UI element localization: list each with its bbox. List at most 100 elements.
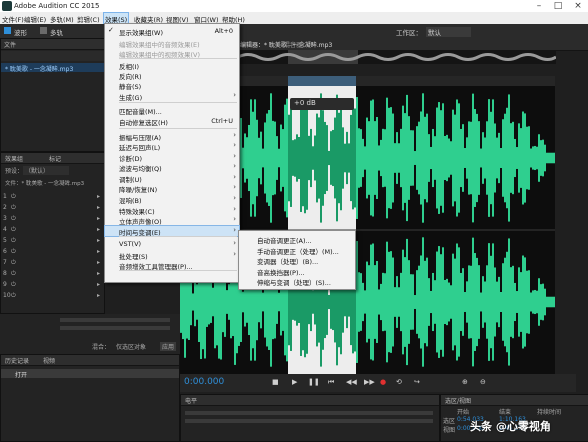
effects-menu-item[interactable]: VST(V) › <box>105 239 239 249</box>
slot-power-icon[interactable]: ⏻ <box>11 237 16 245</box>
effects-menu-item[interactable]: 时间与变调(E) › <box>104 225 240 237</box>
slot-arrow-icon[interactable]: ▸ <box>97 292 100 299</box>
play-button[interactable]: ▶ <box>292 378 297 386</box>
files-tab[interactable]: 文件 <box>4 40 16 49</box>
slot-arrow-icon[interactable]: ▸ <box>97 259 100 266</box>
time-pitch-submenu-item[interactable]: 手动音调更正（处理）(M)... <box>239 245 355 256</box>
waveform-column <box>252 111 254 205</box>
record-button[interactable]: ● <box>380 378 386 386</box>
stop-button[interactable]: ■ <box>272 378 279 386</box>
apply-button[interactable]: 应用 <box>160 342 177 351</box>
waveform-icon[interactable] <box>4 27 11 34</box>
slot-arrow-icon[interactable]: ▸ <box>97 248 100 255</box>
markers-tab[interactable]: 标记 <box>49 154 61 163</box>
rewind-start-button[interactable]: ⏮ <box>328 378 334 387</box>
waveform-column <box>418 121 420 195</box>
slot-arrow-icon[interactable]: ▸ <box>97 237 100 244</box>
effects-menu-item[interactable]: 音频增效工具管理器(P)... <box>105 260 239 271</box>
slot-power-icon[interactable]: ⏻ <box>11 215 16 223</box>
time-pitch-submenu-item[interactable]: 伸缩与变调（处理）(S)... <box>239 276 355 287</box>
effects-menu-item[interactable]: 滤波与均衡(Q) › <box>105 162 239 173</box>
effects-menu-item[interactable]: 诊断(D) › <box>105 152 239 163</box>
preset-select[interactable]: （默认） <box>23 166 70 175</box>
slot-power-icon[interactable]: ⏻ <box>11 281 16 289</box>
slot-arrow-icon[interactable]: ▸ <box>97 215 100 222</box>
effects-menu-item[interactable]: 批处理(S) › <box>105 250 239 261</box>
pause-button[interactable]: ❚❚ <box>308 378 320 386</box>
waveform-column <box>498 132 500 184</box>
menu-edit[interactable]: 编辑(E) <box>24 14 46 24</box>
waveform-column <box>430 290 432 314</box>
effects-menu-item[interactable]: 匹配音量(M)... <box>105 105 239 116</box>
submenu-arrow-icon: › <box>233 183 236 191</box>
menu-multitrack[interactable]: 多轨(M) <box>50 14 74 24</box>
time-pitch-submenu-item[interactable]: 音高换挡器(P)... <box>239 266 355 277</box>
loop-button[interactable]: ⟲ <box>396 378 402 386</box>
multitrack-icon[interactable] <box>40 27 47 34</box>
file-list-item[interactable]: * 耽美歌 - 一念凝眸.mp3 <box>5 64 73 73</box>
slot-arrow-icon[interactable]: ▸ <box>97 226 100 233</box>
time-pitch-submenu-item[interactable]: 变调器（处理）(B)... <box>239 255 355 266</box>
effects-menu-item[interactable]: 静音(S) <box>105 80 239 91</box>
waveform-column <box>434 136 436 180</box>
slot-power-icon[interactable]: ⏻ <box>11 270 16 278</box>
mix-select[interactable]: 仅选区对象 <box>116 342 146 351</box>
video-tab[interactable]: 视频 <box>43 356 55 365</box>
waveform-column <box>364 146 366 170</box>
waveform-column <box>542 139 544 177</box>
effects-menu-item[interactable]: 混响(B) › <box>105 194 239 205</box>
waveform-column <box>474 109 476 207</box>
close-icon[interactable]: × <box>571 1 585 11</box>
maximize-icon[interactable]: □ <box>551 1 565 11</box>
effects-menu-item[interactable]: 延迟与回声(L) › <box>105 141 239 152</box>
multitrack-view-button[interactable]: 多轨 <box>50 27 63 37</box>
skip-button[interactable]: ↪ <box>414 378 420 386</box>
time-pitch-submenu-item[interactable]: 自动音调更正(A)... <box>239 234 355 245</box>
fast-forward-button[interactable]: ▶▶ <box>364 378 375 386</box>
effects-menu-item[interactable]: 立体声声像(O) › <box>105 215 239 226</box>
slot-arrow-icon[interactable]: ▸ <box>97 281 100 288</box>
levels-tab[interactable]: 电平 <box>185 396 197 405</box>
effects-menu-item[interactable]: 调制(U) › <box>105 173 239 184</box>
menu-clip[interactable]: 剪辑(C) <box>77 14 100 24</box>
history-item[interactable]: 打开 <box>15 370 27 379</box>
zoom-out-icon[interactable]: ⊖ <box>480 378 486 386</box>
history-tab[interactable]: 历史记录 <box>5 356 29 365</box>
waveform-column <box>408 116 410 200</box>
submenu-arrow-icon: › <box>233 194 236 202</box>
mixer-tab[interactable]: 混音器 <box>284 40 302 49</box>
effects-menu-item[interactable]: 特殊效果(C) › <box>105 205 239 216</box>
minimize-icon[interactable]: – <box>532 1 546 11</box>
menu-file[interactable]: 文件(F) <box>2 14 24 24</box>
effects-menu-item[interactable]: 反向(R) <box>105 70 239 81</box>
slot-arrow-icon[interactable]: ▸ <box>97 204 100 211</box>
slot-power-icon[interactable]: ⏻ <box>11 259 16 267</box>
slot-power-icon[interactable]: ⏻ <box>11 204 16 212</box>
slot-power-icon[interactable]: ⏻ <box>11 248 16 256</box>
effects-menu-item[interactable]: 反相(I) <box>105 60 239 71</box>
effects-menu-item[interactable]: ✓ 显示效果组(W) Alt+0 <box>105 26 239 37</box>
waveform-column <box>402 249 404 355</box>
effects-rack-tab[interactable]: 效果组 <box>5 154 23 163</box>
rewind-button[interactable]: ◀◀ <box>346 378 357 386</box>
effects-menu-item[interactable]: 振幅与压限(A) › <box>105 131 239 142</box>
effects-menu-item[interactable]: 自动修复选区(H) Ctrl+U <box>105 116 239 127</box>
waveform-column <box>412 274 414 330</box>
zoom-in-icon[interactable]: ⊕ <box>462 378 468 386</box>
slot-power-icon[interactable]: ⏻ <box>11 193 16 201</box>
effects-menu-item[interactable]: 降噪/恢复(N) › <box>105 183 239 194</box>
waveform-column <box>510 267 512 337</box>
slot-power-icon[interactable]: ⏻ <box>11 292 16 300</box>
selection-view-tab[interactable]: 选区/视图 <box>445 396 471 405</box>
effects-menu-item[interactable]: 生成(G) › <box>105 91 239 102</box>
waveform-column <box>374 265 376 339</box>
gain-hud[interactable]: +0 dB <box>290 98 354 110</box>
workspace-select[interactable]: 默认 <box>426 27 471 37</box>
time-pitch-submenu: 自动音调更正(A)... 手动音调更正（处理）(M)... 变调器（处理）(B)..… <box>238 230 356 290</box>
waveform-overview[interactable] <box>237 50 557 64</box>
slot-arrow-icon[interactable]: ▸ <box>97 193 100 200</box>
slot-power-icon[interactable]: ⏻ <box>11 226 16 234</box>
waveform-view-button[interactable]: 波形 <box>14 27 27 37</box>
waveform-column <box>440 254 442 350</box>
slot-arrow-icon[interactable]: ▸ <box>97 270 100 277</box>
